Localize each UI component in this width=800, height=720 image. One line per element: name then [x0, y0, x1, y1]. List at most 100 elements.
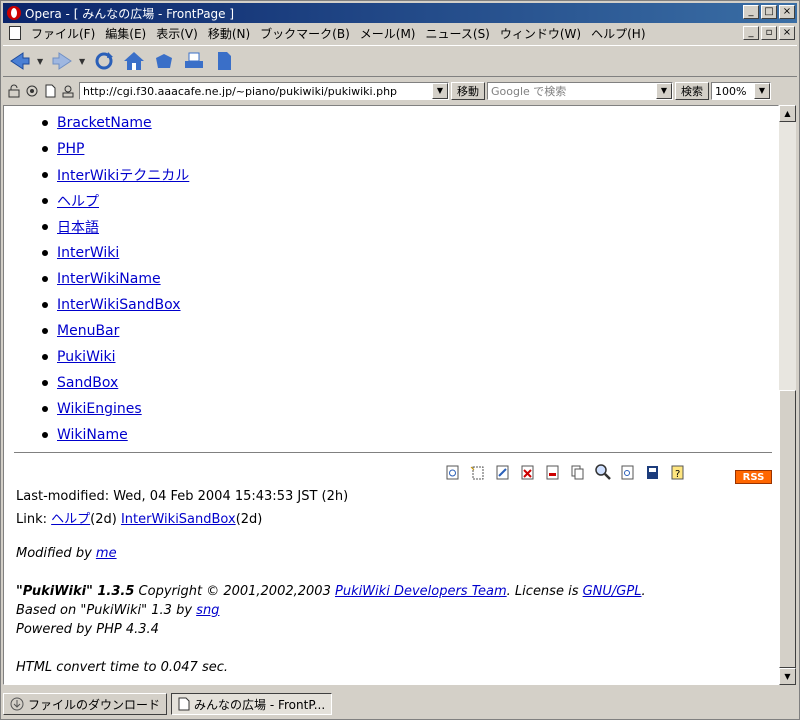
menu-bar: ファイル(F) 編集(E) 表示(V) 移動(N) ブックマーク(B) メール(… — [3, 23, 797, 43]
menu-mail[interactable]: メール(M) — [355, 25, 421, 42]
forward-button[interactable] — [49, 48, 75, 74]
copyright: "PukiWiki" 1.3.5 Copyright © 2001,2002,2… — [16, 584, 646, 603]
page-link[interactable]: InterWikiName — [57, 271, 161, 287]
modified-by-label: Modified by — [16, 546, 96, 561]
backlink-interwikisandbox[interactable]: InterWikiSandBox — [121, 512, 236, 527]
page-link[interactable]: MenuBar — [57, 323, 119, 339]
bullet — [42, 224, 48, 230]
zoom-value[interactable]: 100% — [712, 85, 754, 98]
forward-history-dropdown[interactable]: ▼ — [79, 57, 87, 66]
page-link[interactable]: InterWikiテクニカル — [57, 165, 189, 185]
scroll-thumb[interactable] — [779, 390, 796, 668]
url-field[interactable]: http://cgi.f30.aaacafe.ne.jp/~piano/puki… — [79, 82, 449, 100]
bullet — [42, 146, 48, 152]
page-link[interactable]: 日本語 — [57, 217, 99, 237]
list-item: InterWikiSandBox — [42, 292, 189, 318]
page-link[interactable]: BracketName — [57, 115, 152, 131]
home-icon — [124, 52, 144, 70]
svg-text:?: ? — [675, 469, 680, 480]
back-button[interactable] — [7, 48, 33, 74]
page-restore-button[interactable]: ▫ — [761, 26, 777, 40]
hotlist-button[interactable] — [151, 48, 177, 74]
modified-by-link[interactable]: me — [96, 546, 117, 561]
backlink-help-age: (2d) — [90, 512, 121, 527]
zoom-dropdown[interactable]: ▼ — [754, 83, 770, 99]
bullet — [42, 172, 48, 178]
edit-page-icon[interactable] — [494, 464, 511, 480]
page-close-button[interactable]: × — [779, 26, 795, 40]
page-link[interactable]: InterWiki — [57, 245, 119, 261]
security-lock-icon[interactable] — [7, 84, 21, 98]
menu-bookmarks[interactable]: ブックマーク(B) — [255, 25, 355, 42]
download-icon — [10, 697, 24, 711]
close-button[interactable]: × — [779, 5, 795, 19]
attach-file-icon[interactable] — [544, 464, 561, 480]
back-history-dropdown[interactable]: ▼ — [37, 57, 45, 66]
page-link[interactable]: WikiName — [57, 427, 128, 443]
page-link[interactable]: WikiEngines — [57, 401, 142, 417]
page-minimize-button[interactable]: _ — [743, 26, 759, 40]
backlink-help[interactable]: ヘルプ — [51, 512, 90, 527]
url-text[interactable]: http://cgi.f30.aaacafe.ne.jp/~piano/puki… — [80, 85, 432, 98]
search-placeholder[interactable]: Google で検索 — [488, 83, 656, 99]
copy-page-icon[interactable] — [569, 464, 586, 480]
menu-window[interactable]: ウィンドウ(W) — [495, 25, 586, 42]
license-link[interactable]: GNU/GPL — [583, 584, 642, 599]
copyright-text: Copyright © 2001,2002,2003 — [134, 584, 335, 599]
user-identity-icon[interactable] — [61, 84, 75, 98]
license-end: . — [641, 584, 646, 599]
scroll-up-button[interactable]: ▲ — [779, 105, 796, 122]
search-field[interactable]: Google で検索 ▼ — [487, 82, 673, 100]
scroll-down-button[interactable]: ▼ — [779, 668, 796, 685]
menu-view[interactable]: 表示(V) — [151, 25, 203, 42]
window-title: Opera - [ みんなの広場 - FrontPage ] — [25, 6, 235, 21]
vertical-scrollbar[interactable]: ▲ ▼ — [779, 105, 796, 685]
menu-navigate[interactable]: 移動(N) — [203, 25, 255, 42]
new-page-button[interactable] — [211, 48, 237, 74]
author-link[interactable]: sng — [196, 603, 219, 618]
menu-edit[interactable]: 編集(E) — [100, 25, 151, 42]
bullet — [42, 198, 48, 204]
page-list: BracketName PHP InterWikiテクニカル ヘルプ 日本語 I… — [42, 110, 189, 448]
convert-time: HTML convert time to 0.047 sec. — [16, 660, 228, 675]
menu-file[interactable]: ファイル(F) — [26, 25, 100, 42]
page-link[interactable]: InterWikiSandBox — [57, 297, 181, 313]
page-link[interactable]: SandBox — [57, 375, 118, 391]
bullet — [42, 432, 48, 438]
rss-feed-button[interactable]: RSS — [735, 470, 772, 484]
search-engine-dropdown[interactable]: ▼ — [656, 83, 672, 99]
document-icon[interactable] — [9, 26, 21, 40]
new-page-icon[interactable] — [469, 464, 486, 480]
diff-icon[interactable] — [519, 464, 536, 480]
help-icon[interactable]: ? — [669, 464, 686, 480]
page-list-icon[interactable] — [619, 464, 636, 480]
zoom-select[interactable]: 100% ▼ — [711, 82, 771, 100]
menu-help[interactable]: ヘルプ(H) — [586, 25, 650, 42]
tab-frontpage[interactable]: みんなの広場 - FrontP... — [171, 693, 333, 715]
backup-icon[interactable] — [644, 464, 661, 480]
pukiwiki-version: "PukiWiki" 1.3.5 — [16, 584, 135, 599]
page-link[interactable]: ヘルプ — [57, 191, 99, 211]
reload-button[interactable] — [91, 48, 117, 74]
tab-transfers[interactable]: ファイルのダウンロード — [3, 693, 168, 715]
developers-team-link[interactable]: PukiWiki Developers Team — [335, 584, 507, 599]
search-icon[interactable] — [594, 464, 611, 480]
print-button[interactable] — [181, 48, 207, 74]
cookie-icon[interactable] — [25, 84, 39, 98]
bullet — [42, 276, 48, 282]
home-button[interactable] — [121, 48, 147, 74]
maximize-button[interactable]: □ — [761, 5, 777, 19]
page-footer: Last-modified: Wed, 04 Feb 2004 15:43:53… — [16, 489, 646, 679]
list-item: BracketName — [42, 110, 189, 136]
page-info-icon[interactable] — [43, 84, 57, 98]
title-bar: Opera - [ みんなの広場 - FrontPage ] _ □ × — [3, 3, 797, 23]
page-link[interactable]: PukiWiki — [57, 349, 116, 365]
reload-page-icon[interactable] — [444, 464, 461, 480]
page-link[interactable]: PHP — [57, 141, 84, 157]
license-text: . License is — [506, 584, 583, 599]
menu-news[interactable]: ニュース(S) — [420, 25, 494, 42]
minimize-button[interactable]: _ — [743, 5, 759, 19]
go-button[interactable]: 移動 — [451, 82, 485, 100]
url-history-dropdown[interactable]: ▼ — [432, 83, 448, 99]
search-button[interactable]: 検索 — [675, 82, 709, 100]
